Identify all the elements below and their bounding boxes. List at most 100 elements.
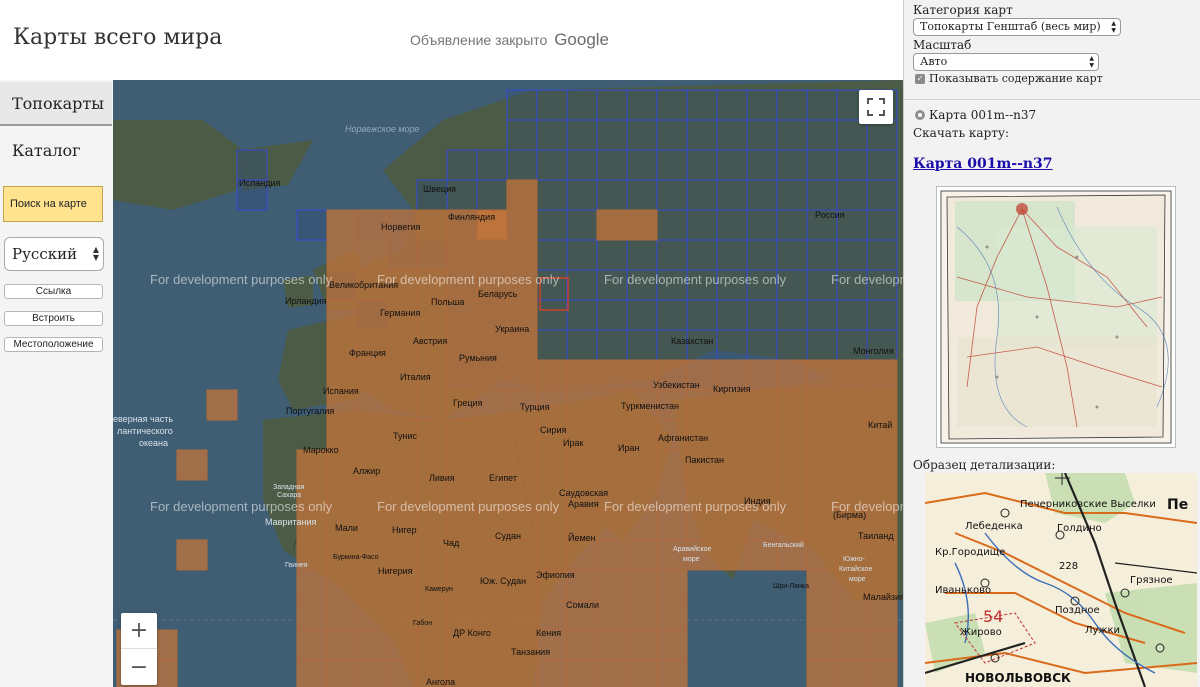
map-sheet-tile	[356, 599, 388, 631]
ad-brand: Google	[554, 30, 610, 49]
map-sheet-tile	[656, 269, 688, 301]
map-sheet-tile	[596, 119, 628, 151]
map-sheet-tile	[806, 629, 838, 661]
map-canvas[interactable]: For development purposes only For develo…	[113, 80, 903, 687]
select-arrows-icon: ▲ ▼	[92, 245, 99, 262]
show-contents-label: Показывать содержание карт	[929, 72, 1103, 85]
link-button[interactable]: Ссылка	[4, 284, 103, 299]
map-item-radio[interactable]: Карта 001m--n37	[915, 108, 1036, 122]
map-sheet-tile	[806, 179, 838, 211]
map-sheet-tile	[506, 89, 538, 121]
map-sheet-thumbnail[interactable]	[936, 186, 1176, 448]
map-sheet-tile	[626, 659, 658, 687]
map-sheet-tile	[176, 449, 208, 481]
map-sheet-tile	[836, 659, 868, 687]
map-sheet-tile	[836, 269, 868, 301]
category-select[interactable]: Топокарты Генштаб (весь мир) ▲ ▼	[913, 18, 1121, 36]
radio-icon	[915, 110, 925, 120]
map-sheet-tile	[446, 389, 478, 421]
map-sheet-tile	[476, 389, 508, 421]
map-sheet-tile	[596, 359, 628, 391]
map-sheet-tile	[686, 89, 718, 121]
map-sheet-tile	[836, 299, 868, 331]
map-sheet-tile	[776, 359, 808, 391]
map-sheet-tile	[386, 509, 418, 541]
map-sheet-tile	[746, 359, 778, 391]
map-sheet-tile	[356, 479, 388, 511]
map-sheet-tile	[776, 119, 808, 151]
language-select[interactable]: Русский ▲ ▼	[4, 237, 104, 271]
map-sheet-tile	[566, 89, 598, 121]
map-sheet-tile	[326, 239, 358, 271]
map-sheet-tile	[416, 239, 448, 271]
map-sheet-tile	[566, 449, 598, 481]
map-sheet-tile	[446, 569, 478, 601]
map-sheet-tile	[716, 269, 748, 301]
map-sheet-tile	[806, 479, 838, 511]
map-sheet-tile	[806, 389, 838, 421]
map-sheet-tile	[686, 539, 718, 571]
map-sheet-tile	[746, 149, 778, 181]
map-sheet-tile	[656, 449, 688, 481]
map-sheet-tile	[596, 599, 628, 631]
map-sheet-tile	[626, 539, 658, 571]
embed-button[interactable]: Встроить	[4, 311, 103, 326]
location-button[interactable]: Местоположение	[4, 337, 103, 352]
map-sheet-tile	[656, 599, 688, 631]
map-sheet-tile	[656, 539, 688, 571]
checkbox-checked-icon: ✓	[915, 73, 925, 84]
show-contents-checkbox[interactable]: ✓ Показывать содержание карт	[915, 72, 1103, 85]
map-sheet-tile	[686, 389, 718, 421]
map-sheet-tile	[806, 149, 838, 181]
map-sheet-tile	[326, 389, 358, 421]
map-sheet-tile	[596, 509, 628, 541]
map-sheet-tile	[506, 269, 538, 301]
map-sheet-tile	[746, 179, 778, 211]
map-sheet-tile	[506, 389, 538, 421]
map-sheet-tile	[536, 149, 568, 181]
map-sheet-tile	[626, 239, 658, 271]
map-sheet-tile	[866, 509, 898, 541]
map-sheet-tile	[686, 299, 718, 331]
map-sheet-tile	[446, 479, 478, 511]
map-sheet-tile	[746, 89, 778, 121]
map-sheet-tile	[776, 179, 808, 211]
zoom-out-button[interactable]: −	[121, 649, 157, 685]
zoom-in-button[interactable]: +	[121, 613, 157, 649]
map-sheet-tile	[536, 119, 568, 151]
map-sheet-tile	[386, 389, 418, 421]
right-panel: Категория карт Топокарты Генштаб (весь м…	[903, 0, 1200, 687]
map-sheet-tile	[476, 149, 508, 181]
map-sheet-tile	[566, 599, 598, 631]
divider	[904, 99, 1200, 100]
scale-select[interactable]: Авто ▲ ▼	[913, 53, 1099, 71]
map-sheet-tile	[776, 209, 808, 241]
map-sheet-tile	[836, 509, 868, 541]
map-sheet-tile	[296, 479, 328, 511]
map-sheet-tile	[356, 389, 388, 421]
map-sheet-tile	[806, 299, 838, 331]
map-sheet-tile	[566, 269, 598, 301]
map-sheet-tile	[626, 389, 658, 421]
map-sheet-tile	[716, 449, 748, 481]
map-sheet-tile	[386, 449, 418, 481]
map-sheet-tile	[686, 179, 718, 211]
map-sheet-tile	[686, 239, 718, 271]
map-sheet-tile	[446, 539, 478, 571]
map-sheet-tile	[356, 629, 388, 661]
map-sheet-tile	[746, 449, 778, 481]
map-sheet-tile	[686, 509, 718, 541]
map-sheet-tile	[326, 419, 358, 451]
map-sheet-tile	[536, 329, 568, 361]
detail-sample-image: Печерниковские Выселки Лебеденка Голдино…	[925, 473, 1197, 687]
fullscreen-button[interactable]	[859, 90, 893, 124]
map-sheet-tile	[686, 149, 718, 181]
tab-topomaps[interactable]: Топокарты	[0, 82, 112, 126]
map-sheet-tile	[566, 479, 598, 511]
map-sheet-tile	[476, 449, 508, 481]
map-sheet-tile	[806, 209, 838, 241]
map-sheet-tile	[356, 449, 388, 481]
download-map-link[interactable]: Карта 001m--n37	[913, 156, 1053, 172]
search-on-map-button[interactable]: Поиск на карте	[3, 186, 103, 222]
tab-catalog[interactable]: Каталог	[0, 128, 112, 172]
